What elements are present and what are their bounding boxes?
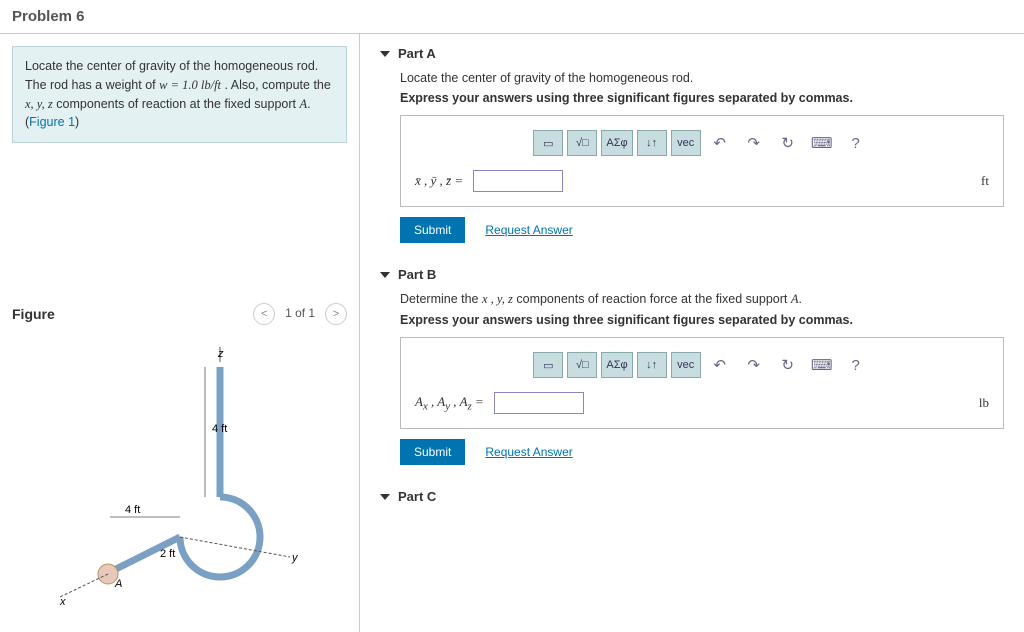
part-b-submit-button[interactable]: Submit — [400, 439, 465, 465]
reset-button[interactable]: ↻ — [773, 130, 803, 156]
part-a-label: x̄ , ȳ , z̄ = — [415, 173, 463, 189]
vec-button[interactable]: vec — [671, 130, 701, 156]
part-c: Part C — [380, 489, 1004, 504]
problem-title: Problem 6 — [12, 8, 1012, 25]
part-b-answer-box: ▭ √□ ΑΣφ ↓↑ vec ↶ ↷ ↻ ⌨ ? Ax , Ay , Az = — [400, 337, 1004, 429]
part-a-answer-box: ▭ √□ ΑΣφ ↓↑ vec ↶ ↷ ↻ ⌨ ? x̄ , ȳ , z̄ = — [400, 115, 1004, 207]
templates-button[interactable]: ▭ — [533, 130, 563, 156]
axis-x-label: x — [59, 596, 66, 607]
part-a-input[interactable] — [473, 170, 563, 192]
part-b-input[interactable] — [494, 392, 584, 414]
updown-button[interactable]: ↓↑ — [637, 352, 667, 378]
vec-button[interactable]: vec — [671, 352, 701, 378]
figure-title: Figure — [12, 306, 55, 322]
left-column: Locate the center of gravity of the homo… — [0, 34, 360, 632]
right-column: Part A Locate the center of gravity of t… — [360, 34, 1024, 632]
figure-section: Figure < 1 of 1 > — [12, 303, 347, 620]
undo-button[interactable]: ↶ — [705, 130, 735, 156]
part-b: Part B Determine the x , y, z components… — [380, 267, 1004, 465]
part-b-label: Ax , Ay , Az = — [415, 394, 484, 413]
part-a-unit: ft — [981, 173, 989, 189]
dim-2ft: 2 ft — [160, 548, 175, 560]
redo-button[interactable]: ↷ — [739, 130, 769, 156]
page-header: Problem 6 — [0, 0, 1024, 34]
greek-button[interactable]: ΑΣφ — [601, 352, 632, 378]
sqrt-button[interactable]: √□ — [567, 130, 597, 156]
axis-z-label: z — [217, 348, 224, 360]
caret-down-icon[interactable] — [380, 494, 390, 500]
part-b-request-answer-link[interactable]: Request Answer — [485, 445, 572, 459]
help-button[interactable]: ? — [841, 352, 871, 378]
caret-down-icon[interactable] — [380, 272, 390, 278]
reset-button[interactable]: ↻ — [773, 352, 803, 378]
equation-toolbar: ▭ √□ ΑΣφ ↓↑ vec ↶ ↷ ↻ ⌨ ? — [415, 130, 989, 156]
part-b-unit: lb — [979, 395, 989, 411]
dim-4ft-vert: 4 ft — [212, 423, 227, 435]
rod-figure-svg: z y x A 4 ft 4 ft 2 ft — [30, 347, 330, 607]
axis-y-label: y — [291, 552, 299, 564]
keyboard-button[interactable]: ⌨ — [807, 130, 837, 156]
figure-link[interactable]: Figure 1 — [29, 115, 75, 129]
greek-button[interactable]: ΑΣφ — [601, 130, 632, 156]
equation-toolbar: ▭ √□ ΑΣφ ↓↑ vec ↶ ↷ ↻ ⌨ ? — [415, 352, 989, 378]
part-a-instruction: Express your answers using three signifi… — [400, 91, 1004, 105]
figure-canvas: z y x A 4 ft 4 ft 2 ft — [12, 337, 347, 620]
figure-prev-button[interactable]: < — [253, 303, 275, 325]
part-b-prompt: Determine the x , y, z components of rea… — [400, 292, 1004, 307]
help-button[interactable]: ? — [841, 130, 871, 156]
templates-button[interactable]: ▭ — [533, 352, 563, 378]
keyboard-button[interactable]: ⌨ — [807, 352, 837, 378]
figure-next-button[interactable]: > — [325, 303, 347, 325]
part-b-instruction: Express your answers using three signifi… — [400, 313, 1004, 327]
part-a-request-answer-link[interactable]: Request Answer — [485, 223, 572, 237]
part-a-submit-button[interactable]: Submit — [400, 217, 465, 243]
undo-button[interactable]: ↶ — [705, 352, 735, 378]
sqrt-button[interactable]: √□ — [567, 352, 597, 378]
part-a-prompt: Locate the center of gravity of the homo… — [400, 71, 1004, 85]
part-a: Part A Locate the center of gravity of t… — [380, 46, 1004, 243]
problem-statement: Locate the center of gravity of the homo… — [12, 46, 347, 143]
figure-nav: < 1 of 1 > — [253, 303, 347, 325]
support-A-label: A — [114, 578, 122, 590]
main-layout: Locate the center of gravity of the homo… — [0, 34, 1024, 632]
updown-button[interactable]: ↓↑ — [637, 130, 667, 156]
dim-4ft-horiz: 4 ft — [125, 504, 140, 516]
caret-down-icon[interactable] — [380, 51, 390, 57]
redo-button[interactable]: ↷ — [739, 352, 769, 378]
